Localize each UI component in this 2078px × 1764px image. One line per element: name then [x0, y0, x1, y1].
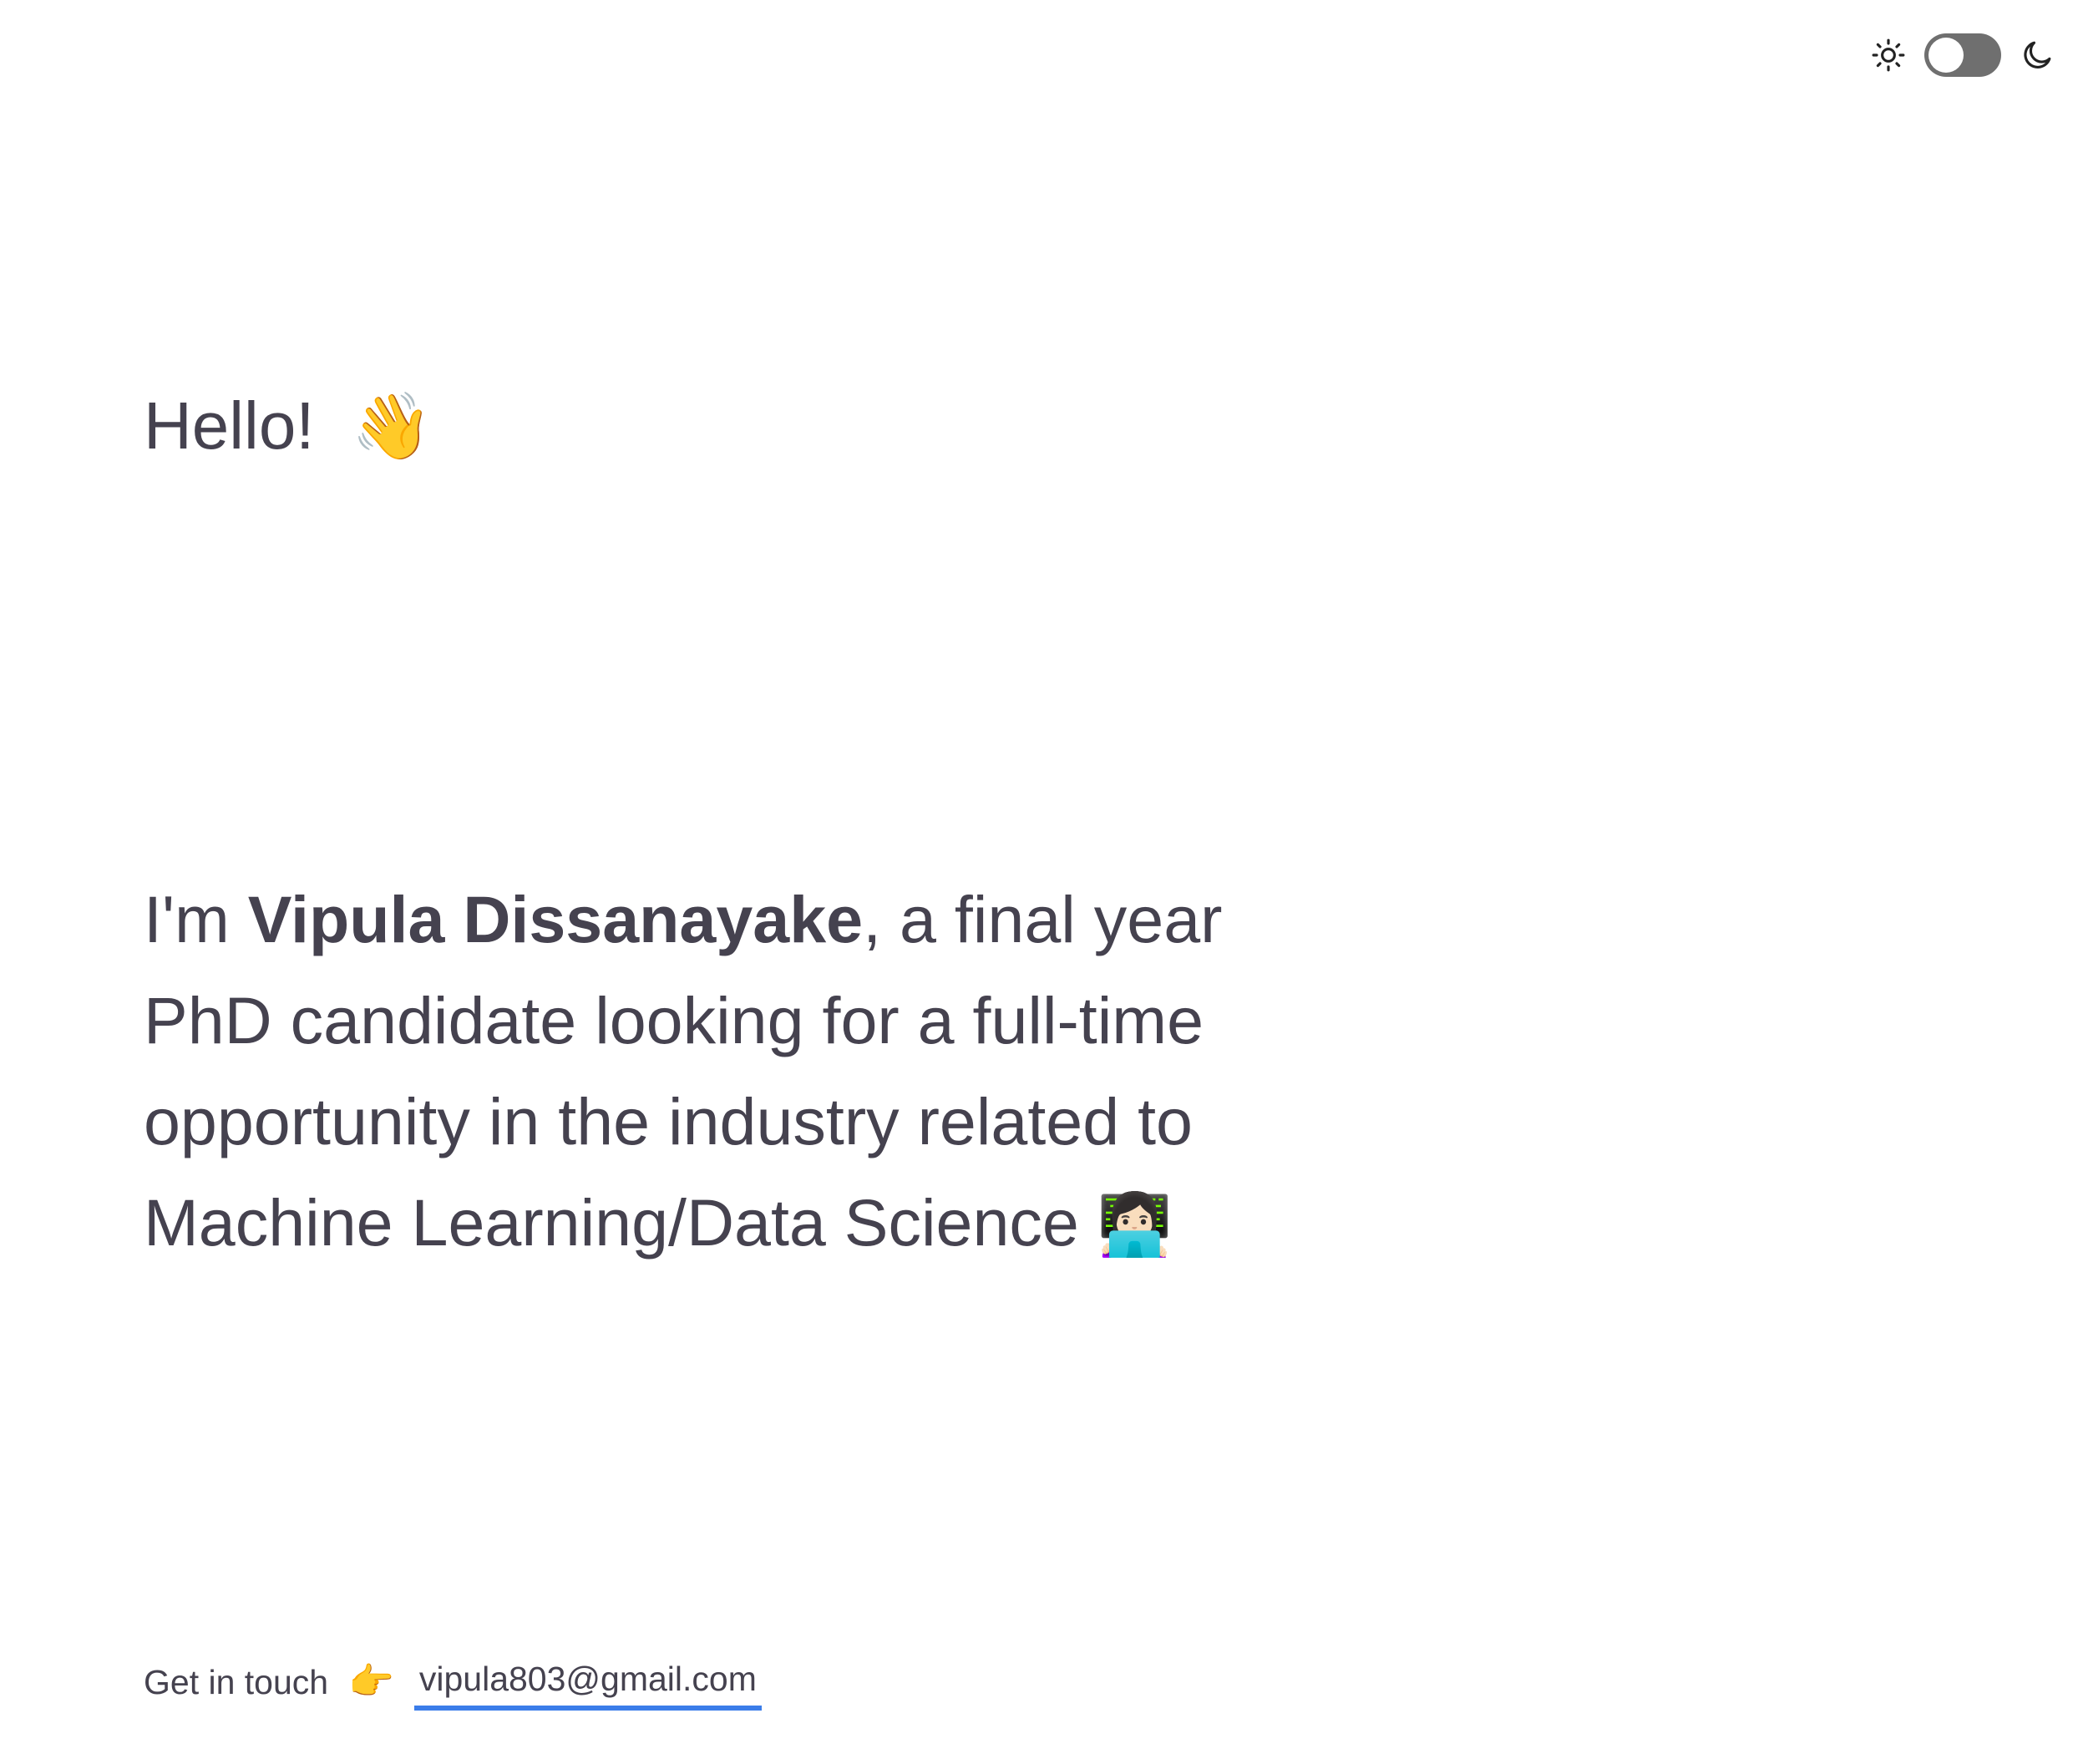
contact-line: Get in touch 👉 vipula803@gmail.com [144, 1654, 762, 1711]
contact-label: Get in touch [144, 1663, 329, 1701]
email-link[interactable]: vipula803@gmail.com [413, 1654, 762, 1711]
theme-toggle-switch[interactable] [1924, 33, 2001, 77]
technologist-icon: 👩🏻‍💻 [1097, 1192, 1173, 1259]
greeting-heading: Hello! 👋 [144, 380, 433, 472]
theme-toggle-bar [1871, 32, 2055, 79]
pointing-hand-icon: 👉 [348, 1661, 394, 1702]
intro-name: Vipula Dissanayake [247, 882, 864, 956]
theme-toggle-knob [1928, 38, 1964, 73]
intro-paragraph: I'm Vipula Dissanayake, a final year PhD… [144, 869, 1330, 1276]
sun-icon [1872, 38, 1905, 72]
waving-hand-icon: 👋 [351, 389, 433, 463]
moon-icon [2024, 41, 2051, 68]
greeting-text: Hello! [144, 388, 315, 463]
intro-prefix: I'm [144, 882, 248, 956]
